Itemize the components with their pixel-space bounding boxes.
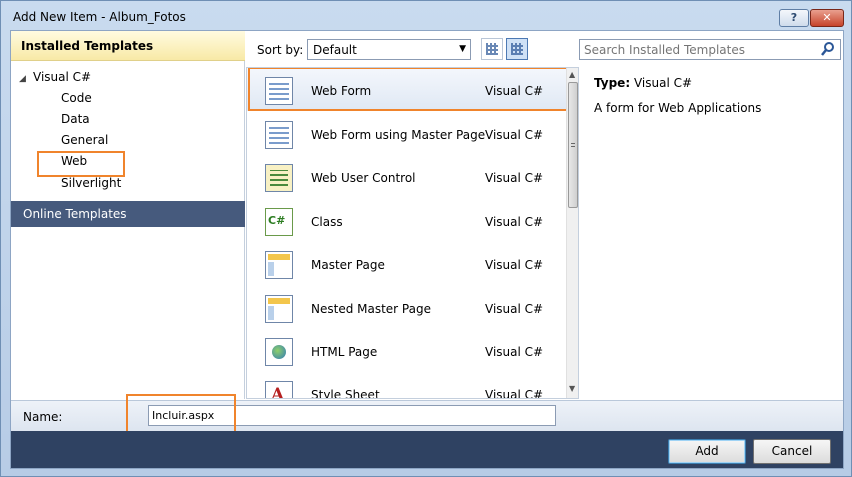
web-form-master-icon (265, 121, 293, 149)
web-highlight-box (37, 151, 125, 177)
installed-templates-label: Installed Templates (21, 39, 154, 53)
template-language: Visual C# (485, 171, 544, 185)
template-language: Visual C# (485, 302, 544, 316)
csharp-class-icon (265, 208, 293, 236)
close-button[interactable]: ✕ (810, 9, 844, 27)
installed-templates-header[interactable]: Installed Templates (11, 31, 245, 61)
type-label: Type: (594, 76, 631, 90)
cancel-button[interactable]: Cancel (753, 439, 831, 464)
list-icon (511, 43, 523, 55)
scroll-up-icon[interactable]: ▲ (569, 70, 575, 79)
type-value: Visual C# (633, 76, 693, 90)
template-language: Visual C# (485, 215, 544, 229)
template-list-scrollbar[interactable]: ▲ ▼ (566, 68, 578, 398)
title-bar: Add New Item - Album_Fotos ? ✕ (1, 1, 851, 29)
template-name: Nested Master Page (311, 302, 431, 316)
template-language: Visual C# (485, 388, 544, 399)
template-item-class[interactable]: Class Visual C# (247, 199, 567, 242)
expand-arrow-icon[interactable]: ◢ (19, 74, 33, 84)
scrollbar-thumb[interactable] (568, 82, 578, 208)
template-item-style-sheet[interactable]: Style Sheet Visual C# (247, 372, 567, 399)
search-icon[interactable] (820, 41, 836, 57)
template-item-web-form[interactable]: Web Form Visual C# (247, 68, 573, 111)
template-name: Style Sheet (311, 388, 380, 399)
small-icons-view-button[interactable] (481, 38, 503, 60)
chevron-down-icon: ▼ (459, 44, 466, 54)
template-language: Visual C# (485, 128, 544, 142)
sort-by-value: Default (313, 43, 357, 57)
window-title: Add New Item - Album_Fotos (13, 10, 186, 24)
template-language: Visual C# (485, 345, 544, 359)
template-name: Web Form using Master Page (311, 128, 486, 142)
tree-item-code[interactable]: Code (61, 91, 92, 105)
category-panel: Installed Templates ◢ Visual C# Code Data… (11, 31, 245, 399)
template-name: Class (311, 215, 343, 229)
sort-by-dropdown[interactable]: Default ▼ (307, 39, 471, 60)
online-templates-label: Online Templates (23, 207, 127, 221)
template-item-web-form-master[interactable]: Web Form using Master Page Visual C# (247, 112, 567, 155)
template-details: Type: Visual C# A form for Web Applicati… (581, 67, 843, 399)
button-bar: Add Cancel (11, 431, 843, 468)
template-item-master-page[interactable]: Master Page Visual C# (247, 242, 567, 285)
help-button[interactable]: ? (779, 9, 809, 27)
dialog-content: Installed Templates ◢ Visual C# Code Data… (10, 30, 844, 469)
template-language: Visual C# (485, 258, 544, 272)
tree-item-silverlight[interactable]: Silverlight (61, 176, 121, 190)
template-list: Web Form Visual C# Web Form using Master… (246, 67, 579, 399)
name-label: Name: (23, 410, 63, 424)
template-item-web-user-control[interactable]: Web User Control Visual C# (247, 155, 567, 198)
sort-by-label: Sort by: (257, 43, 304, 57)
tree-node-label: Visual C# (33, 70, 92, 84)
search-box[interactable] (579, 39, 841, 60)
template-item-nested-master-page[interactable]: Nested Master Page Visual C# (247, 286, 567, 329)
html-page-icon (265, 338, 293, 366)
grid-icon (486, 43, 498, 55)
template-description: A form for Web Applications (594, 101, 762, 115)
medium-icons-view-button[interactable] (506, 38, 528, 60)
add-new-item-dialog: Add New Item - Album_Fotos ? ✕ Installed… (0, 0, 852, 477)
template-name: Web User Control (311, 171, 416, 185)
template-item-html-page[interactable]: HTML Page Visual C# (247, 329, 567, 372)
user-control-icon (265, 164, 293, 192)
type-line: Type: Visual C# (594, 76, 692, 90)
online-templates-header[interactable]: Online Templates (11, 201, 245, 227)
tree-node-visual-csharp[interactable]: ◢ Visual C# (19, 70, 91, 84)
tree-item-general[interactable]: General (61, 133, 108, 147)
scroll-down-icon[interactable]: ▼ (569, 384, 575, 393)
template-name: HTML Page (311, 345, 378, 359)
add-button[interactable]: Add (668, 439, 746, 464)
nested-master-page-icon (265, 295, 293, 323)
tree-item-data[interactable]: Data (61, 112, 90, 126)
style-sheet-icon (265, 381, 293, 398)
web-form-highlight-box (248, 68, 573, 111)
master-page-icon (265, 251, 293, 279)
name-row: Name: (11, 394, 843, 442)
template-name: Master Page (311, 258, 385, 272)
search-input[interactable] (584, 42, 814, 57)
